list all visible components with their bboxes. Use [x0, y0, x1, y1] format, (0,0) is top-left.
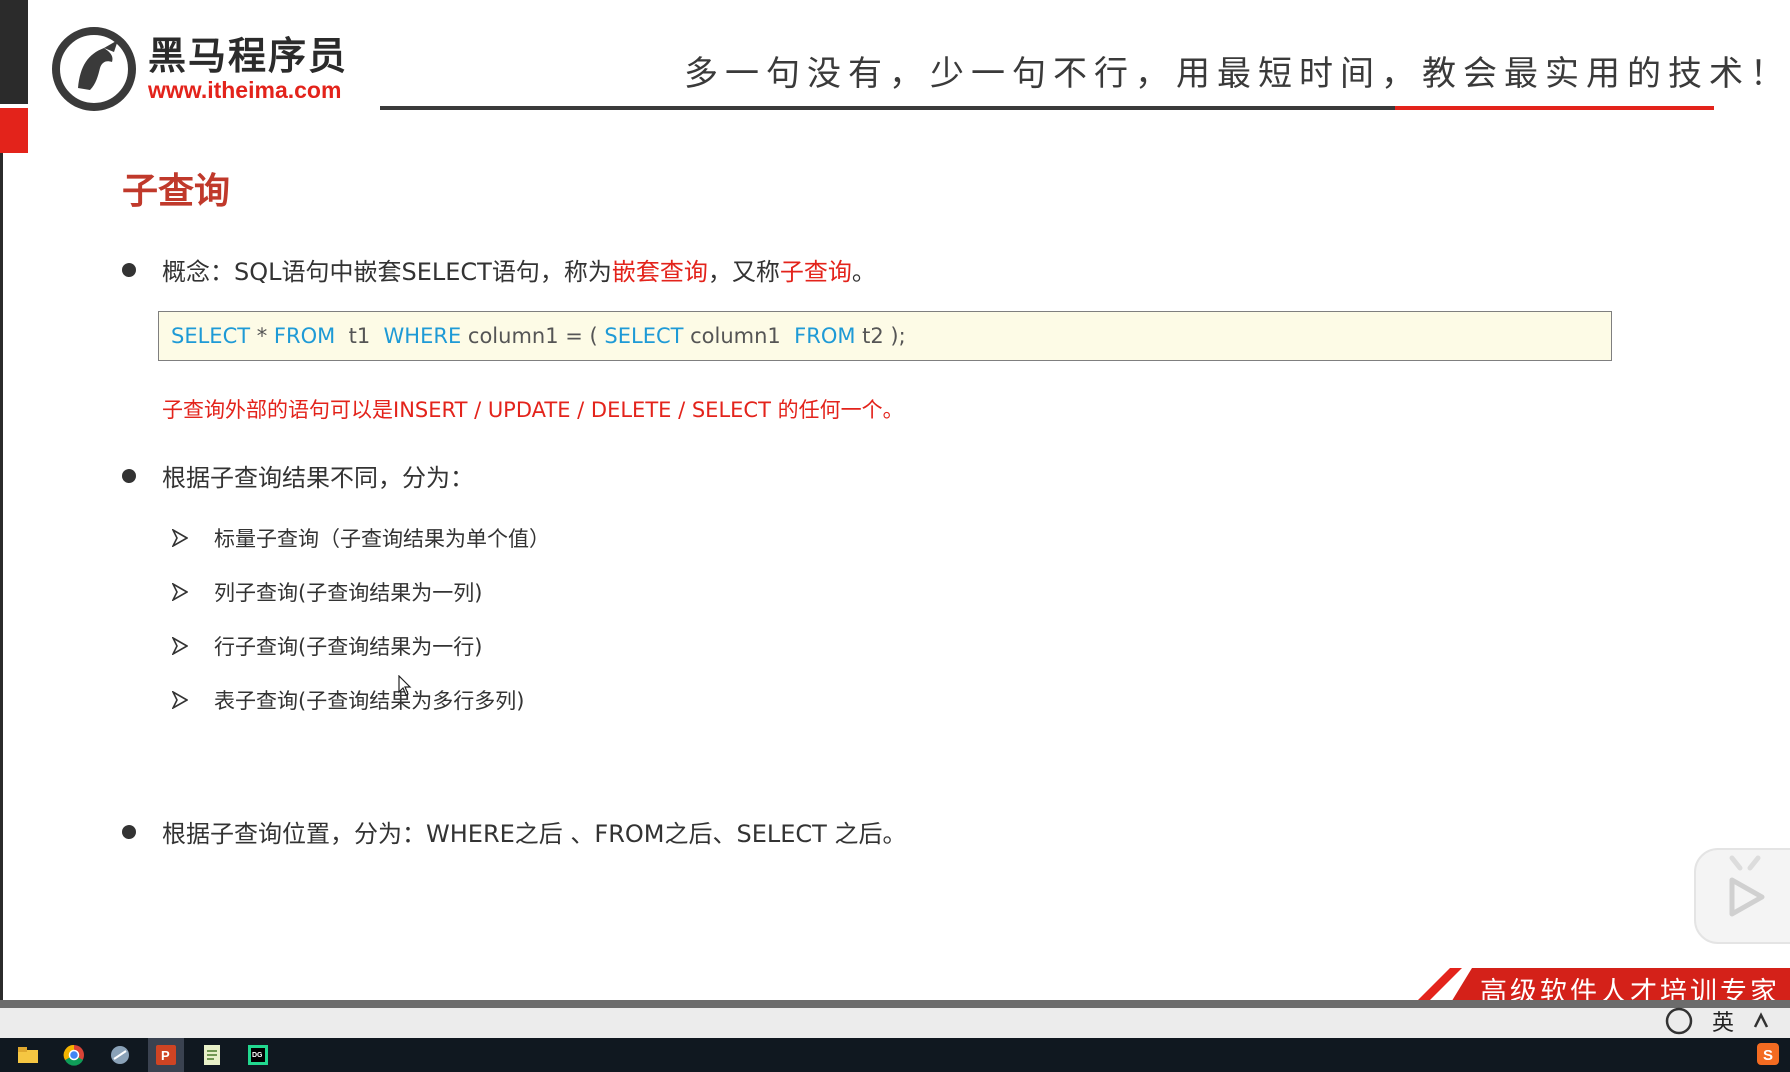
- svg-text:P: P: [161, 1048, 170, 1063]
- concept-bullet: 概念：SQL语句中嵌套SELECT语句，称为 嵌套查询 ，又称 子查询。: [122, 252, 876, 287]
- mouse-cursor-icon: [398, 675, 412, 696]
- player-control-strip: [0, 1008, 1790, 1038]
- code-keyword: WHERE: [383, 324, 462, 348]
- result-type-row: 行子查询(子查询结果为一行): [214, 635, 483, 659]
- code-text: column1: [683, 324, 795, 348]
- sogou-tray-icon[interactable]: S: [1756, 1042, 1780, 1066]
- svg-text:DG: DG: [252, 1052, 263, 1059]
- list-item: 标量子查询（子查询结果为单个值）: [172, 523, 550, 553]
- classification-result-text: 根据子查询结果不同，分为：: [162, 464, 474, 492]
- notepad-icon[interactable]: [194, 1038, 230, 1072]
- ime-toolbar: 英: [1612, 1004, 1790, 1038]
- result-type-table: 表子查询(子查询结果为多行多列): [214, 689, 525, 713]
- code-text: *: [250, 324, 274, 348]
- list-item: 行子查询(子查询结果为一行): [172, 631, 482, 661]
- ime-punct-icon[interactable]: [1752, 1012, 1770, 1030]
- bullet-dot: [122, 824, 136, 839]
- video-progress-bar[interactable]: [0, 1000, 1790, 1008]
- app-icon[interactable]: [102, 1038, 138, 1072]
- code-text: t2 );: [855, 324, 906, 348]
- left-border-line: [0, 153, 3, 1004]
- slide: 黑马程序员 www.itheima.com 多一句没有，少一句不行，用最短时间，…: [0, 0, 1790, 1008]
- logo: 黑马程序员 www.itheima.com: [48, 26, 348, 112]
- slide-title: 子查询: [122, 171, 231, 212]
- bullet-dot: [122, 262, 136, 277]
- arrow-bullet-icon: [172, 691, 188, 709]
- classification-position-bullet: 根据子查询位置，分为：WHERE之后 、FROM之后、SELECT 之后。: [122, 814, 906, 849]
- file-explorer-icon[interactable]: [10, 1038, 46, 1072]
- left-accent-dark: [0, 0, 28, 104]
- concept-middle: ，又称: [707, 258, 780, 286]
- arrow-bullet-icon: [172, 529, 188, 547]
- svg-text:S: S: [1763, 1047, 1773, 1064]
- code-keyword: SELECT: [171, 324, 251, 348]
- list-item: 列子查询(子查询结果为一列): [172, 577, 482, 607]
- classification-result-bullet: 根据子查询结果不同，分为：: [122, 458, 474, 493]
- slogan: 多一句没有，少一句不行，用最短时间，教会最实用的技术！: [684, 54, 1790, 94]
- chrome-icon[interactable]: [56, 1038, 92, 1072]
- result-type-scalar: 标量子查询（子查询结果为单个值）: [214, 527, 550, 551]
- arrow-bullet-icon: [172, 637, 188, 655]
- play-icon: [1729, 855, 1765, 917]
- logo-brand-name: 黑马程序员: [148, 34, 349, 78]
- concept-highlight-nested: 嵌套查询: [611, 258, 708, 286]
- list-item: 表子查询(子查询结果为多行多列): [172, 685, 524, 715]
- concept-prefix: 概念：SQL语句中嵌套SELECT语句，称为: [162, 258, 612, 286]
- header-divider-accent: [1395, 106, 1714, 110]
- code-keyword: SELECT: [604, 324, 684, 348]
- video-play-widget[interactable]: [1694, 848, 1790, 944]
- windows-taskbar: P DG: [0, 1038, 1790, 1072]
- code-text: t1: [335, 324, 384, 348]
- result-type-column: 列子查询(子查询结果为一列): [214, 581, 483, 605]
- datagrip-icon[interactable]: DG: [240, 1038, 276, 1072]
- logo-url: www.itheima.com: [148, 77, 342, 103]
- concept-suffix: 。: [851, 258, 876, 286]
- ime-language-label[interactable]: 英: [1712, 1005, 1734, 1037]
- powerpoint-icon[interactable]: P: [148, 1038, 184, 1072]
- ime-logo-icon[interactable]: [1664, 1006, 1694, 1036]
- sql-code-box: SELECT * FROM t1 WHERE column1 = ( SELEC…: [158, 311, 1612, 361]
- bullet-dot: [122, 468, 136, 483]
- subquery-note: 子查询外部的语句可以是INSERT / UPDATE / DELETE / SE…: [162, 398, 904, 422]
- concept-highlight-subquery: 子查询: [779, 258, 852, 286]
- classification-position-text: 根据子查询位置，分为：WHERE之后 、FROM之后、SELECT 之后。: [162, 820, 907, 848]
- arrow-bullet-icon: [172, 583, 188, 601]
- horse-logo-icon: [52, 27, 136, 111]
- code-keyword: FROM: [794, 324, 856, 348]
- code-text: column1 = (: [461, 324, 605, 348]
- left-accent-red: [0, 108, 28, 153]
- code-keyword: FROM: [273, 324, 336, 348]
